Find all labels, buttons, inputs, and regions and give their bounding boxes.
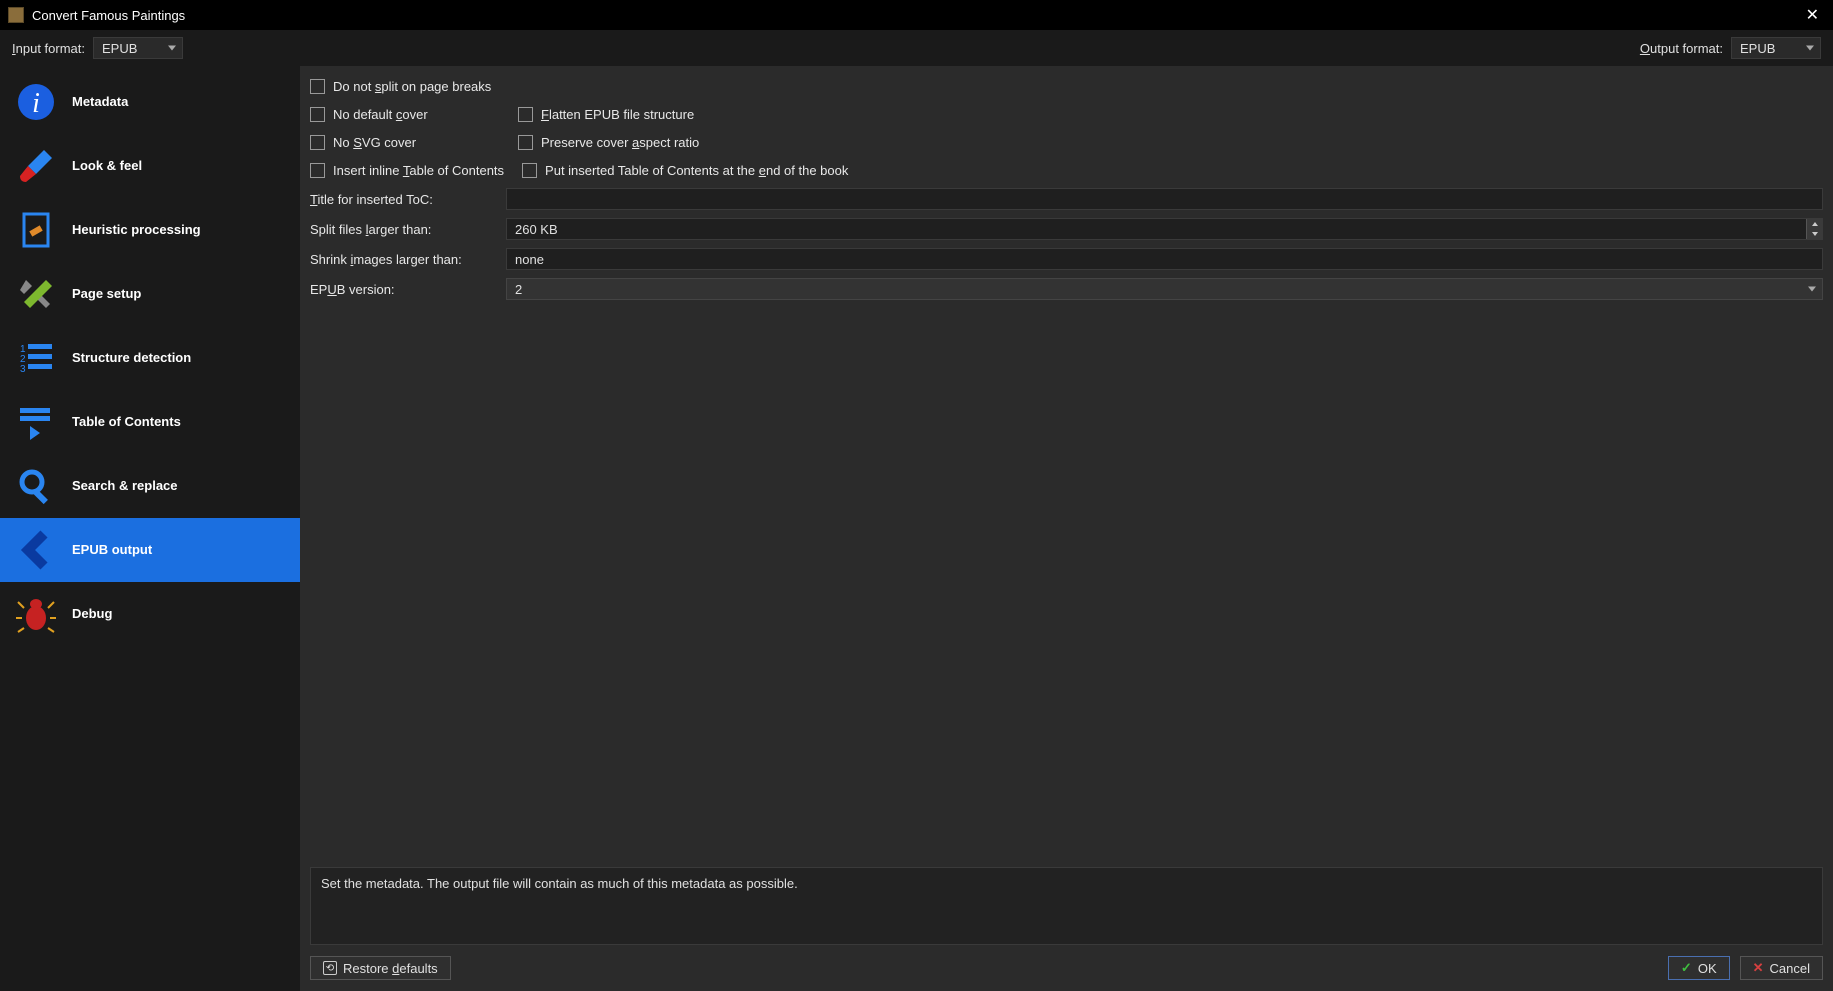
ok-label: OK xyxy=(1698,961,1717,976)
checkbox-no-split[interactable]: Do not split on page breaks xyxy=(310,79,500,94)
epub-version-select[interactable]: 2 xyxy=(506,278,1823,300)
sidebar-item-heuristic[interactable]: Heuristic processing xyxy=(0,198,300,262)
checkbox-toc-at-end[interactable]: Put inserted Table of Contents at the en… xyxy=(522,163,848,178)
sidebar-item-search-replace[interactable]: Search & replace xyxy=(0,454,300,518)
sidebar-item-label: Debug xyxy=(72,606,112,622)
epub-version-label: EPUB version: xyxy=(310,282,506,297)
checkbox-icon xyxy=(518,107,533,122)
checkbox-icon xyxy=(310,163,325,178)
bug-icon xyxy=(14,592,58,636)
sidebar-item-label: EPUB output xyxy=(72,542,152,558)
tools-icon xyxy=(14,272,58,316)
output-format-label: Output format: xyxy=(1640,41,1723,56)
checkbox-icon xyxy=(310,107,325,122)
sidebar: i Metadata Look & feel Heuristic process… xyxy=(0,66,300,991)
checkbox-icon xyxy=(522,163,537,178)
restore-icon: ⟲ xyxy=(323,961,337,975)
sidebar-item-page-setup[interactable]: Page setup xyxy=(0,262,300,326)
info-icon: i xyxy=(14,80,58,124)
spinner-down-icon[interactable] xyxy=(1806,229,1822,239)
checkbox-label: Insert inline Table of Contents xyxy=(333,163,504,178)
checkbox-label: Put inserted Table of Contents at the en… xyxy=(545,163,848,178)
main-area: i Metadata Look & feel Heuristic process… xyxy=(0,66,1833,991)
sidebar-item-label: Look & feel xyxy=(72,158,142,174)
sidebar-item-structure[interactable]: 1 2 3 Structure detection xyxy=(0,326,300,390)
sidebar-item-label: Search & replace xyxy=(72,478,178,494)
cancel-label: Cancel xyxy=(1770,961,1810,976)
sidebar-item-label: Page setup xyxy=(72,286,141,302)
output-format-group: Output format: EPUB xyxy=(1640,37,1821,59)
checkbox-label: No SVG cover xyxy=(333,135,416,150)
checkbox-label: Do not split on page breaks xyxy=(333,79,491,94)
input-format-label: Input format: xyxy=(12,41,85,56)
options-area: Do not split on page breaks No default c… xyxy=(310,72,1823,867)
input-format-select[interactable]: EPUB xyxy=(93,37,183,59)
ok-button[interactable]: ✓ OK xyxy=(1668,956,1730,980)
checkbox-icon xyxy=(518,135,533,150)
split-files-spinner[interactable]: 260 KB xyxy=(506,218,1823,240)
sidebar-item-metadata[interactable]: i Metadata xyxy=(0,70,300,134)
checkbox-no-svg-cover[interactable]: No SVG cover xyxy=(310,135,500,150)
checkbox-no-default-cover[interactable]: No default cover xyxy=(310,107,500,122)
sidebar-item-toc[interactable]: Table of Contents xyxy=(0,390,300,454)
svg-text:i: i xyxy=(32,88,40,119)
title-toc-label: Title for inserted ToC: xyxy=(310,192,506,207)
sidebar-item-epub-output[interactable]: EPUB output xyxy=(0,518,300,582)
input-format-value: EPUB xyxy=(102,41,137,56)
checkbox-label: No default cover xyxy=(333,107,428,122)
chevron-down-icon xyxy=(1806,46,1814,51)
sidebar-item-label: Structure detection xyxy=(72,350,191,366)
close-icon[interactable]: ✕ xyxy=(1800,3,1825,27)
checkbox-flatten[interactable]: Flatten EPUB file structure xyxy=(518,107,708,122)
magnify-icon xyxy=(14,464,58,508)
sidebar-item-look-feel[interactable]: Look & feel xyxy=(0,134,300,198)
restore-defaults-label: Restore defaults xyxy=(343,961,438,976)
spinner-buttons xyxy=(1806,219,1822,239)
app-icon xyxy=(8,7,24,23)
svg-text:3: 3 xyxy=(20,364,26,375)
chevron-down-icon xyxy=(168,46,176,51)
status-text: Set the metadata. The output file will c… xyxy=(310,867,1823,945)
titlebar-left: Convert Famous Paintings xyxy=(8,7,185,23)
format-bar: Input format: EPUB Output format: EPUB xyxy=(0,30,1833,66)
sidebar-item-label: Table of Contents xyxy=(72,414,181,430)
indent-list-icon xyxy=(14,400,58,444)
checkbox-preserve-aspect[interactable]: Preserve cover aspect ratio xyxy=(518,135,708,150)
list-numbers-icon: 1 2 3 xyxy=(14,336,58,380)
shrink-images-value: none xyxy=(515,252,544,267)
restore-defaults-button[interactable]: ⟲ Restore defaults xyxy=(310,956,451,980)
output-format-value: EPUB xyxy=(1740,41,1775,56)
split-files-label: Split files larger than: xyxy=(310,222,506,237)
checkbox-icon xyxy=(310,79,325,94)
check-icon: ✓ xyxy=(1681,960,1692,976)
content-pane: Do not split on page breaks No default c… xyxy=(300,66,1833,991)
epub-version-value: 2 xyxy=(515,282,522,297)
titlebar: Convert Famous Paintings ✕ xyxy=(0,0,1833,30)
footer-bar: ⟲ Restore defaults ✓ OK ✕ Cancel xyxy=(310,953,1823,983)
chevron-left-icon xyxy=(14,528,58,572)
checkbox-icon xyxy=(310,135,325,150)
checkbox-label: Preserve cover aspect ratio xyxy=(541,135,699,150)
shrink-images-input[interactable]: none xyxy=(506,248,1823,270)
window-title: Convert Famous Paintings xyxy=(32,8,185,23)
sidebar-item-label: Metadata xyxy=(72,94,128,110)
checkbox-insert-inline-toc[interactable]: Insert inline Table of Contents xyxy=(310,163,504,178)
chevron-down-icon xyxy=(1808,287,1816,292)
input-format-group: Input format: EPUB xyxy=(12,37,183,59)
document-icon xyxy=(14,208,58,252)
shrink-images-label: Shrink images larger than: xyxy=(310,252,506,267)
sidebar-item-debug[interactable]: Debug xyxy=(0,582,300,646)
brush-icon xyxy=(14,144,58,188)
spinner-up-icon[interactable] xyxy=(1806,219,1822,229)
sidebar-item-label: Heuristic processing xyxy=(72,222,201,238)
cancel-button[interactable]: ✕ Cancel xyxy=(1740,956,1823,980)
checkbox-label: Flatten EPUB file structure xyxy=(541,107,694,122)
x-icon: ✕ xyxy=(1753,960,1764,976)
output-format-select[interactable]: EPUB xyxy=(1731,37,1821,59)
split-files-value: 260 KB xyxy=(515,222,558,237)
title-toc-input[interactable] xyxy=(506,188,1823,210)
